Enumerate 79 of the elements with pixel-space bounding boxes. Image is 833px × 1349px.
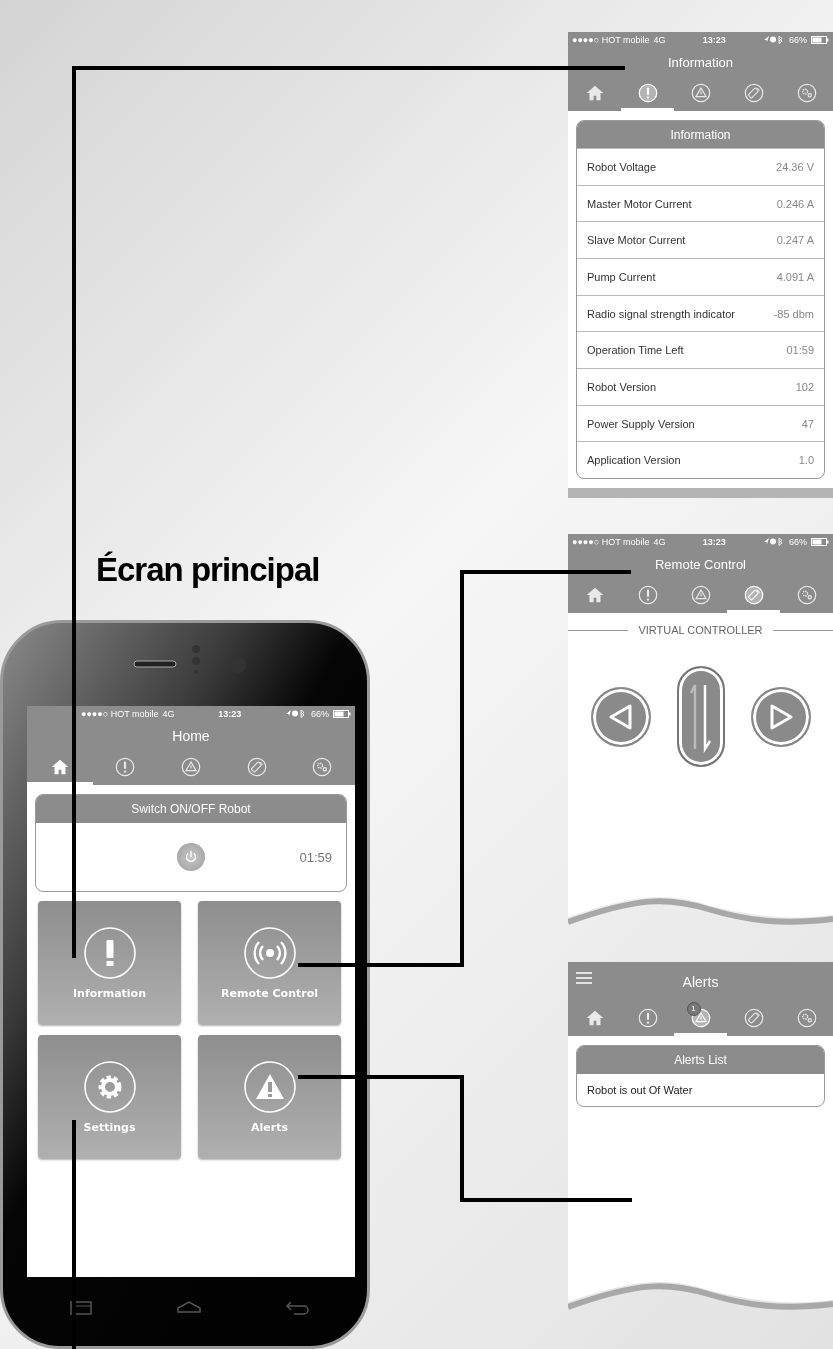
row-label: Master Motor Current bbox=[587, 197, 692, 210]
clock-label: 13:23 bbox=[218, 708, 242, 719]
gears-icon bbox=[795, 1006, 818, 1029]
row-label: Robot Version bbox=[587, 380, 657, 393]
row-label: Pump Current bbox=[587, 270, 656, 283]
card-title: Alerts List bbox=[577, 1046, 824, 1074]
card-title: Switch ON/OFF Robot bbox=[36, 795, 346, 823]
row-label: Operation Time Left bbox=[587, 344, 684, 357]
row-label: Radio signal strength indicator bbox=[587, 307, 735, 320]
back-icon[interactable] bbox=[285, 1301, 310, 1315]
remote-icon bbox=[742, 583, 765, 606]
row-value: -85 dbm bbox=[773, 307, 814, 320]
alert-item[interactable]: Robot is out Of Water bbox=[577, 1074, 824, 1106]
exclamation-icon bbox=[636, 1006, 659, 1029]
clock-label: 13:23 bbox=[702, 536, 726, 547]
settings-tile[interactable]: Settings bbox=[38, 1035, 181, 1159]
card-title: Information bbox=[577, 121, 824, 149]
screen-title: Remote Control bbox=[654, 556, 746, 572]
network-label: 4G bbox=[162, 708, 175, 719]
status-icons-drawing bbox=[763, 35, 785, 44]
home-nav-icon[interactable] bbox=[176, 1301, 201, 1313]
menu-icon bbox=[576, 972, 592, 984]
exclamation-icon bbox=[636, 583, 659, 606]
row-value: 102 bbox=[795, 380, 814, 393]
warning-icon bbox=[689, 583, 712, 606]
battery-icon bbox=[333, 709, 351, 718]
remote-icon bbox=[742, 1006, 765, 1029]
network-label: 4G bbox=[653, 34, 666, 45]
gears-icon bbox=[311, 755, 334, 778]
exclamation-icon bbox=[83, 926, 136, 979]
gears-icon bbox=[795, 81, 818, 104]
alerts-tile[interactable]: Alerts bbox=[198, 1035, 341, 1159]
row-label: Robot Voltage bbox=[587, 161, 657, 173]
warning-icon bbox=[689, 81, 712, 104]
row-label: Slave Motor Current bbox=[587, 234, 686, 247]
battery-icon bbox=[811, 35, 829, 44]
section-label: VIRTUAL CONTROLLER bbox=[638, 624, 763, 636]
remote-icon bbox=[742, 81, 765, 104]
row-value: 1.0 bbox=[798, 454, 814, 467]
screen-title: Home bbox=[172, 728, 210, 744]
battery-icon bbox=[811, 537, 829, 546]
power-icon bbox=[184, 850, 198, 864]
network-label: 4G bbox=[653, 536, 666, 547]
battery-percent: 66% bbox=[311, 708, 329, 719]
section-heading: Écran principal bbox=[96, 550, 320, 590]
gears-icon bbox=[795, 583, 818, 606]
power-button[interactable] bbox=[177, 843, 205, 871]
exclamation-icon bbox=[114, 755, 137, 778]
row-label: Power Supply Version bbox=[587, 417, 695, 430]
menu-button[interactable] bbox=[576, 972, 592, 984]
carrier-label: ●●●●○ HOT mobile bbox=[81, 708, 159, 719]
screen-title: Information bbox=[667, 54, 733, 70]
information-tile[interactable]: Information bbox=[38, 901, 181, 1025]
warning-icon bbox=[180, 755, 202, 778]
battery-percent: 66% bbox=[789, 34, 807, 45]
status-icons-drawing bbox=[763, 537, 785, 546]
row-value: 0.246 A bbox=[776, 197, 814, 210]
wireless-signal-icon bbox=[243, 926, 296, 979]
screen-title: Alerts bbox=[682, 974, 719, 990]
clock-label: 13:23 bbox=[702, 34, 726, 45]
warning-icon bbox=[243, 1060, 296, 1113]
recent-apps-icon[interactable] bbox=[69, 1301, 92, 1315]
status-icons-drawing bbox=[285, 709, 307, 718]
row-value: 24.36 V bbox=[776, 161, 814, 173]
gear-icon bbox=[83, 1060, 136, 1113]
battery-percent: 66% bbox=[789, 536, 807, 547]
carrier-label: ●●●●○ HOT mobile bbox=[572, 34, 650, 45]
remote-icon bbox=[245, 755, 268, 778]
exclamation-icon bbox=[636, 81, 659, 104]
carrier-label: ●●●●○ HOT mobile bbox=[572, 536, 650, 547]
row-value: 4.091 A bbox=[776, 270, 814, 283]
forward-backward-button[interactable] bbox=[676, 666, 725, 767]
row-value: 47 bbox=[801, 417, 814, 430]
row-value: 0.247 A bbox=[776, 234, 814, 247]
notification-badge: 1 bbox=[686, 1002, 701, 1016]
remote-tile[interactable]: Remote Control bbox=[198, 901, 341, 1025]
row-label: Application Version bbox=[587, 454, 681, 467]
row-value: 01:59 bbox=[786, 344, 814, 357]
timer-label: 01:59 bbox=[299, 849, 332, 865]
